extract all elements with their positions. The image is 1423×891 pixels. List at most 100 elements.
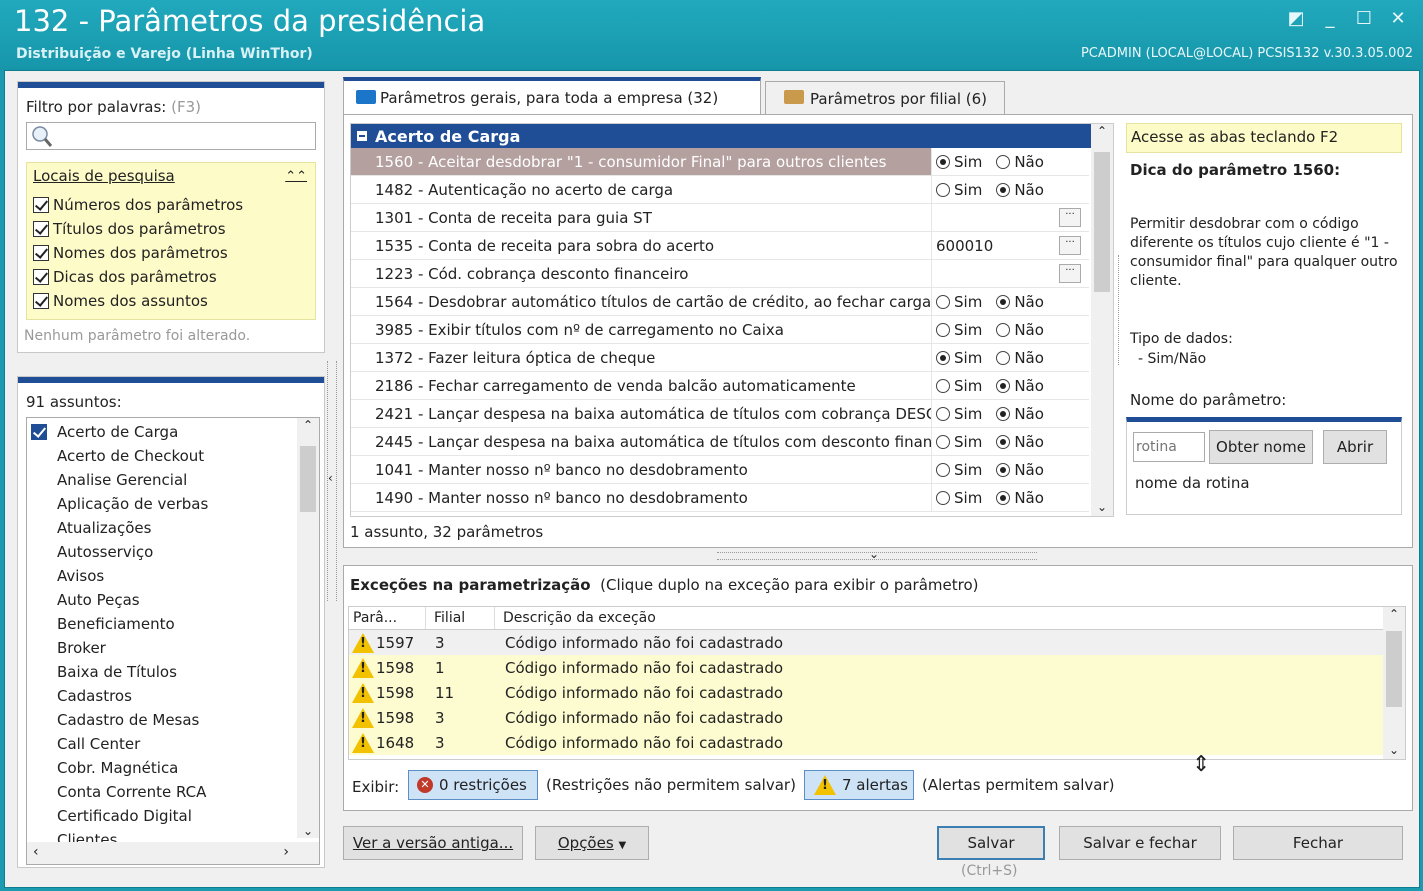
radio-icon[interactable] <box>996 434 1011 449</box>
param-row[interactable]: 1041 - Manter nosso nº banco no desdobra… <box>351 456 1089 484</box>
radio-icon[interactable] <box>936 462 950 477</box>
radio-nao[interactable]: Não <box>996 489 1044 507</box>
radio-icon[interactable] <box>996 182 1011 197</box>
radio-icon[interactable] <box>996 378 1011 393</box>
old-version-button[interactable]: Ver a versão antiga... <box>343 826 523 860</box>
checkbox-icon[interactable] <box>33 293 49 309</box>
radio-nao[interactable]: Não <box>996 181 1044 199</box>
radio-nao[interactable]: Não <box>996 433 1044 451</box>
radio-nao[interactable]: Não <box>996 321 1044 339</box>
scroll-up-icon[interactable]: ⌃ <box>1383 607 1405 621</box>
checkbox-icon[interactable] <box>33 221 49 237</box>
subject-item[interactable]: Call Center <box>27 732 319 756</box>
close-button[interactable]: Fechar <box>1233 826 1403 860</box>
radio-icon[interactable] <box>936 350 950 365</box>
radio-sim[interactable]: Sim <box>936 405 982 423</box>
radio-nao[interactable]: Não <box>996 461 1044 479</box>
restrictions-button[interactable]: ✕ 0 restrições <box>408 770 538 800</box>
radio-icon[interactable] <box>996 322 1011 337</box>
location-option-titles[interactable]: Títulos dos parâmetros <box>33 217 315 241</box>
param-row[interactable]: 3985 - Exibir títulos com nº de carregam… <box>351 316 1089 344</box>
exception-row[interactable]: ! 1598 1 Código informado não foi cadastrad… <box>349 655 1383 680</box>
subject-item[interactable]: Analise Gerencial <box>27 468 319 492</box>
subjects-scrollbar[interactable]: ⌃ ⌄ <box>297 418 319 838</box>
param-value[interactable]: Sim Não <box>931 400 1089 427</box>
param-row[interactable]: 2421 - Lançar despesa na baixa automátic… <box>351 400 1089 428</box>
subject-item[interactable]: Baixa de Títulos <box>27 660 319 684</box>
subject-item[interactable]: Avisos <box>27 564 319 588</box>
location-option-subjects[interactable]: Nomes dos assuntos <box>33 289 315 313</box>
radio-sim[interactable]: Sim <box>936 321 982 339</box>
save-close-button[interactable]: Salvar e fechar <box>1059 826 1221 860</box>
scroll-up-icon[interactable]: ⌃ <box>297 418 319 432</box>
subject-item[interactable]: Acerto de Checkout <box>27 444 319 468</box>
radio-icon[interactable] <box>936 434 950 449</box>
param-value[interactable]: Sim Não <box>931 456 1089 483</box>
radio-nao[interactable]: Não <box>996 405 1044 423</box>
options-button[interactable]: Opções ▼ <box>535 826 649 860</box>
radio-sim[interactable]: Sim <box>936 293 982 311</box>
search-input[interactable] <box>26 122 316 150</box>
param-row[interactable]: 2445 - Lançar despesa na baixa automátic… <box>351 428 1089 456</box>
location-option-names[interactable]: Nomes dos parâmetros <box>33 241 315 265</box>
param-row[interactable]: 2186 - Fechar carregamento de venda balc… <box>351 372 1089 400</box>
exception-row[interactable]: ! 1598 3 Código informado não foi cadastrad… <box>349 705 1383 730</box>
radio-icon[interactable] <box>996 350 1011 365</box>
subject-item[interactable]: Cadastros <box>27 684 319 708</box>
radio-icon[interactable] <box>936 406 950 421</box>
param-value[interactable]: Sim Não <box>931 372 1089 399</box>
horizontal-splitter[interactable]: ⌄ <box>717 547 1037 561</box>
ellipsis-button[interactable]: ··· <box>1059 264 1081 283</box>
maximize-icon[interactable]: ☐ <box>1352 8 1376 30</box>
param-value[interactable]: Sim Não <box>931 428 1089 455</box>
param-row[interactable]: 1372 - Fazer leitura óptica de cheque Sim… <box>351 344 1089 372</box>
param-value[interactable]: Sim Não <box>931 148 1089 175</box>
scroll-left-icon[interactable]: ‹ <box>33 844 39 860</box>
subject-item[interactable]: Beneficiamento <box>27 612 319 636</box>
ellipsis-button[interactable]: ··· <box>1059 208 1081 227</box>
params-scrollbar[interactable]: ⌃ ⌄ <box>1091 124 1113 516</box>
vertical-splitter[interactable]: ‹ <box>327 361 337 601</box>
subject-item[interactable]: Atualizações <box>27 516 319 540</box>
radio-icon[interactable] <box>936 490 950 505</box>
radio-icon[interactable] <box>936 294 950 309</box>
splitter-down-icon[interactable]: ⌄ <box>869 547 879 561</box>
subject-item[interactable]: Broker <box>27 636 319 660</box>
scroll-down-icon[interactable]: ⌄ <box>297 824 319 838</box>
alerts-button[interactable]: ! 7 alertas <box>804 770 914 800</box>
exception-row[interactable]: ! 1597 3 Código informado não foi cadastrad… <box>349 630 1383 655</box>
radio-icon[interactable] <box>936 378 950 393</box>
scroll-thumb[interactable] <box>1386 631 1402 707</box>
subjects-hscrollbar[interactable]: ‹ › <box>27 842 319 864</box>
param-value[interactable]: Sim Não <box>931 484 1089 511</box>
radio-icon[interactable] <box>996 294 1011 309</box>
scroll-down-icon[interactable]: ⌄ <box>1091 500 1113 514</box>
radio-sim[interactable]: Sim <box>936 181 982 199</box>
param-row[interactable]: 1535 - Conta de receita para sobra do ac… <box>351 232 1089 260</box>
radio-nao[interactable]: Não <box>996 153 1044 171</box>
search-locations-header[interactable]: Locais de pesquisa ⌃⌃ <box>27 163 315 189</box>
param-row[interactable]: 1564 - Desdobrar automático títulos de c… <box>351 288 1089 316</box>
scroll-right-icon[interactable]: › <box>283 844 289 860</box>
radio-sim[interactable]: Sim <box>936 153 982 171</box>
restore-icon[interactable]: ◩ <box>1284 8 1308 30</box>
radio-sim[interactable]: Sim <box>936 489 982 507</box>
save-button[interactable]: Salvar <box>937 826 1045 860</box>
radio-sim[interactable]: Sim <box>936 433 982 451</box>
param-value[interactable]: Sim Não <box>931 344 1089 371</box>
close-window-icon[interactable]: ✕ <box>1386 8 1410 30</box>
location-option-tips[interactable]: Dicas dos parâmetros <box>33 265 315 289</box>
subject-item[interactable]: Cadastro de Mesas <box>27 708 319 732</box>
radio-icon[interactable] <box>936 154 950 169</box>
column-header-description[interactable]: Descrição da exceção <box>495 607 1383 629</box>
radio-sim[interactable]: Sim <box>936 349 982 367</box>
group-header[interactable]: Acerto de Carga <box>351 124 1095 148</box>
column-header-param[interactable]: Parâ... <box>349 607 426 629</box>
radio-icon[interactable] <box>996 406 1011 421</box>
scroll-thumb[interactable] <box>1094 152 1110 292</box>
radio-icon[interactable] <box>996 154 1011 169</box>
subject-item[interactable]: Conta Corrente RCA <box>27 780 319 804</box>
subject-item[interactable]: Auto Peças <box>27 588 319 612</box>
exception-row[interactable]: ! 1648 3 Código informado não foi cadastrad… <box>349 730 1383 755</box>
param-value[interactable]: ··· <box>931 204 1089 231</box>
